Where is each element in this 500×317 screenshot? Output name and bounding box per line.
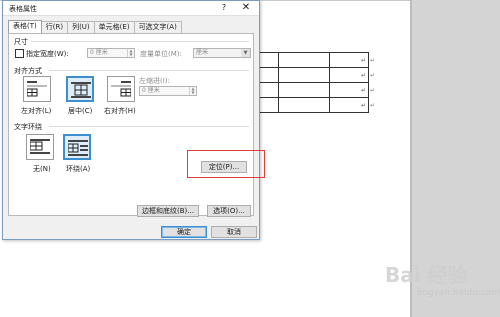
preferred-width-label: 指定宽度(W): (26, 50, 69, 58)
table-properties-dialog: 表格属性 ? ✕ 表格(T) 行(R) 列(U) 单元格(E) 可选文字(A) … (2, 0, 260, 240)
tab-cell[interactable]: 单元格(E) (93, 21, 135, 33)
wrap-around-label: 环绕(A) (66, 165, 91, 173)
tab-table[interactable]: 表格(T) (8, 20, 42, 33)
borders-and-shading-button[interactable]: 边框和底纹(B)... (137, 205, 199, 217)
highlight-annotation (187, 150, 265, 178)
alignment-section-label: 对齐方式 (14, 67, 42, 75)
spin-arrows-icon[interactable]: ▲ ▼ (127, 49, 134, 57)
cancel-button[interactable]: 取消 (211, 226, 257, 238)
align-right-option[interactable] (107, 76, 135, 102)
align-left-icon (27, 81, 47, 97)
indent-from-left-label: 左缩进(I): (139, 77, 170, 85)
size-section-label: 尺寸 (14, 38, 28, 46)
watermark-logo: Bai 经验 jingyan.baidu.com (385, 262, 500, 310)
align-right-label: 右对齐(H) (104, 107, 136, 115)
dialog-title: 表格属性 (9, 5, 37, 13)
wrap-around-option[interactable] (63, 134, 91, 160)
section-divider (49, 70, 249, 71)
table-cell[interactable]: ↵ (329, 52, 369, 68)
align-right-icon (111, 81, 131, 97)
ok-button[interactable]: 确定 (161, 226, 207, 238)
table-cell[interactable] (278, 52, 330, 68)
paragraph-mark: ↵ (360, 101, 366, 109)
wrap-none-option[interactable] (26, 134, 54, 160)
spin-arrows-icon[interactable]: ▲ ▼ (189, 87, 196, 95)
table-cell[interactable] (278, 67, 330, 83)
tab-row[interactable]: 行(R) (40, 21, 69, 33)
tab-column[interactable]: 列(U) (67, 21, 95, 33)
watermark-brand: Bai 经验 (385, 263, 468, 287)
watermark-domain: jingyan.baidu.com (417, 288, 500, 298)
preferred-width-checkbox[interactable] (15, 49, 24, 58)
table-cell[interactable]: ↵ (329, 97, 369, 113)
chevron-down-icon: ▼ (241, 49, 250, 57)
paragraph-mark: ↵ (360, 71, 366, 79)
table-row: ↵ ↵ (255, 97, 383, 113)
table-cell[interactable]: ↵ (329, 82, 369, 98)
wrap-around-icon (68, 140, 88, 156)
measure-in-label: 度量单位(M): (140, 50, 182, 58)
dialog-tabs: 表格(T) 行(R) 列(U) 单元格(E) 可选文字(A) (8, 20, 182, 33)
indent-from-left-input[interactable]: 0 厘米 ▲ ▼ (139, 86, 197, 96)
table-cell[interactable]: ↵ (329, 67, 369, 83)
table-row: ↵ ↵ (255, 67, 383, 83)
paragraph-mark: ↵ (360, 56, 366, 64)
wrap-none-label: 无(N) (33, 165, 51, 173)
align-center-label: 居中(C) (68, 107, 93, 115)
table-row: ↵ ↵ (255, 52, 383, 68)
measure-in-select[interactable]: 厘米 ▼ (193, 48, 251, 58)
align-center-icon (71, 82, 91, 98)
align-left-option[interactable] (23, 76, 51, 102)
align-left-label: 左对齐(L) (21, 107, 52, 115)
close-icon[interactable]: ✕ (239, 1, 253, 14)
tab-alt-text[interactable]: 可选文字(A) (133, 21, 182, 33)
wrap-none-icon (30, 139, 50, 154)
row-end-mark: ↵ (370, 101, 376, 109)
table-cell[interactable] (278, 82, 330, 98)
dialog-titlebar[interactable]: 表格属性 ? ✕ (3, 1, 259, 16)
row-end-mark: ↵ (370, 86, 376, 94)
table-tab-panel: 尺寸 指定宽度(W): 0 厘米 ▲▼ 度量单位(M): 厘米 ▼ 对齐方式 (8, 33, 254, 217)
row-end-mark: ↵ (370, 71, 376, 79)
options-button[interactable]: 选项(O)... (207, 205, 251, 217)
align-center-option[interactable] (66, 76, 94, 102)
paragraph-mark: ↵ (360, 86, 366, 94)
table-cell[interactable] (278, 97, 330, 113)
document-table[interactable]: ↵ ↵ ↵ ↵ ↵ ↵ ↵ ↵ (255, 52, 383, 113)
wrapping-section-label: 文字环绕 (14, 123, 42, 131)
section-divider (49, 126, 249, 127)
row-end-mark: ↵ (370, 56, 376, 64)
preferred-width-input[interactable]: 0 厘米 ▲ ▼ (87, 48, 135, 58)
help-button[interactable]: ? (217, 2, 231, 14)
table-row: ↵ ↵ (255, 82, 383, 98)
section-divider (31, 41, 249, 42)
